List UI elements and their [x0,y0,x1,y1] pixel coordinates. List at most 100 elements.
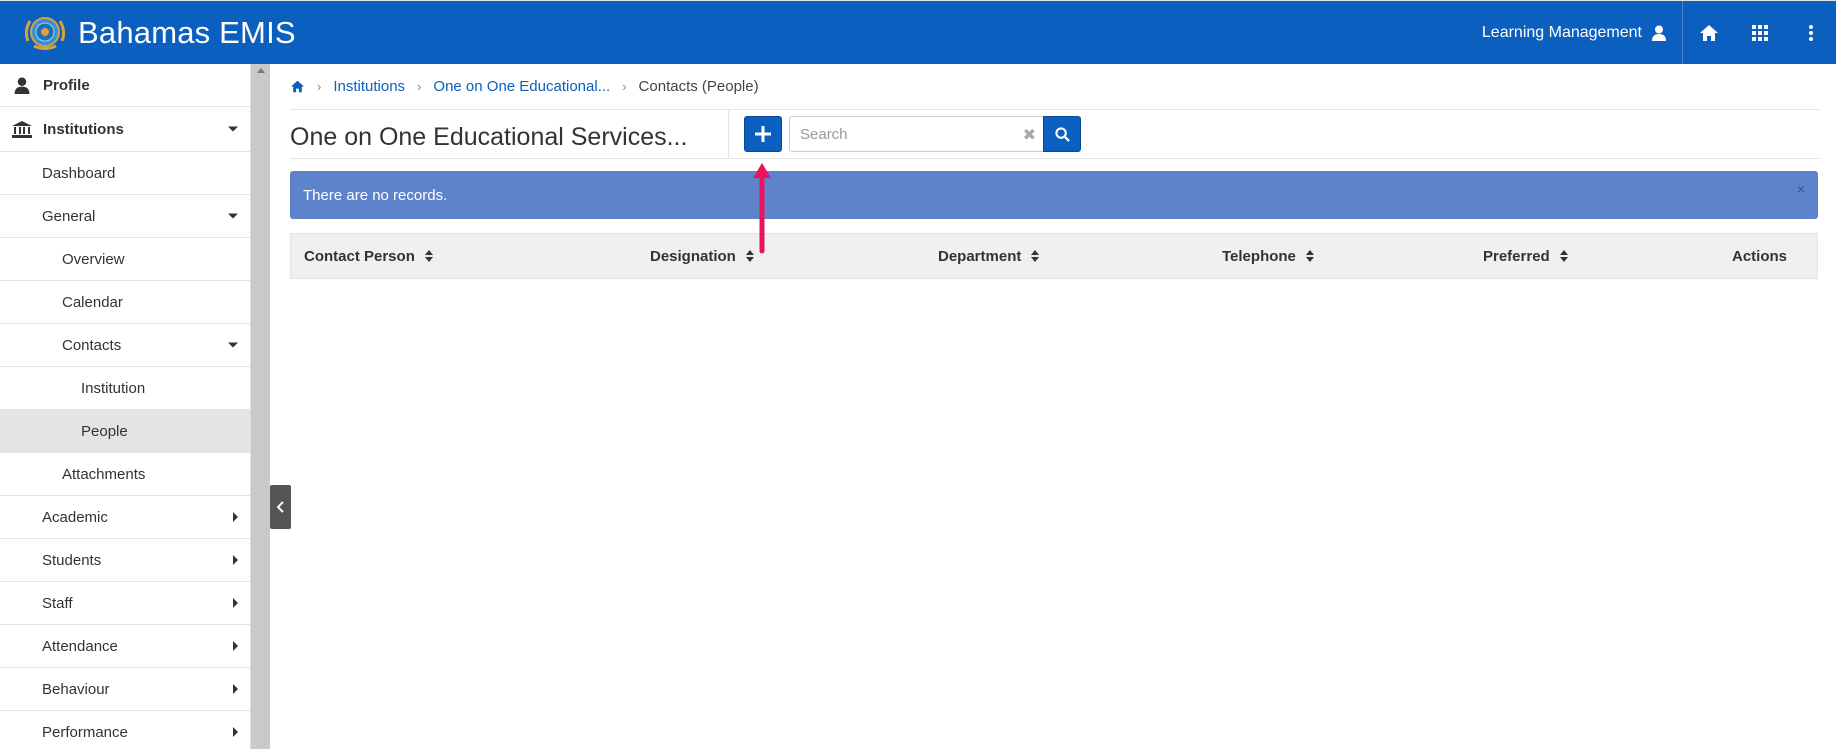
divider [290,158,1820,159]
alert-message: There are no records. [303,186,448,204]
plus-icon [755,126,771,142]
user-icon [1652,25,1666,41]
sidebar-collapse-button[interactable] [270,485,291,529]
search-input[interactable] [790,119,1010,149]
sidebar: Profile Institutions Dashboard General O… [0,64,251,749]
sort-icon [1559,250,1568,262]
sidebar-item-institution[interactable]: Institution [0,367,250,410]
column-header-preferred[interactable]: Preferred [1483,234,1568,278]
chevron-right-icon: › [622,78,627,94]
column-label: Designation [650,247,736,265]
sidebar-item-label: General [42,207,96,225]
breadcrumb-current: Contacts (People) [638,77,759,95]
sidebar-item-label: Institution [81,379,146,397]
column-label: Preferred [1483,247,1550,265]
column-label: Department [938,247,1022,265]
column-label: Actions [1732,247,1788,265]
sidebar-item-label: Attendance [42,637,118,655]
sidebar-item-label: Institutions [43,120,124,138]
sidebar-item-label: Staff [42,594,73,612]
sidebar-item-general[interactable]: General [0,195,250,238]
app-title: Bahamas EMIS [78,14,296,50]
sidebar-item-label: Profile [43,76,90,94]
chevron-right-icon: › [417,78,422,94]
top-navbar: Bahamas EMIS Learning Management [0,0,1836,65]
search-icon [1054,126,1070,142]
more-button[interactable] [1785,1,1836,65]
chevron-right-icon [233,727,238,737]
sidebar-item-overview[interactable]: Overview [0,238,250,281]
column-label: Telephone [1222,247,1296,265]
chevron-down-icon [228,126,238,132]
home-icon[interactable] [290,80,305,93]
home-button[interactable] [1683,1,1734,65]
sidebar-item-behaviour[interactable]: Behaviour [0,668,250,711]
breadcrumb-institution-name[interactable]: One on One Educational... [433,78,610,95]
chevron-right-icon: › [317,78,322,94]
sidebar-item-label: Dashboard [42,164,116,182]
chevron-right-icon [233,598,238,608]
user-menu[interactable]: Learning Management [1482,24,1682,42]
user-label: Learning Management [1481,24,1642,41]
sidebar-item-attendance[interactable]: Attendance [0,625,250,668]
sidebar-item-label: Overview [62,250,125,268]
chevron-left-icon [276,501,284,513]
sidebar-item-dashboard[interactable]: Dashboard [0,152,250,195]
sidebar-item-performance[interactable]: Performance [0,711,250,749]
column-header-department[interactable]: Department [938,234,1040,278]
sidebar-item-students[interactable]: Students [0,539,250,582]
sort-icon [1031,250,1040,262]
sort-icon [745,250,754,262]
scroll-up-icon[interactable] [251,68,270,78]
breadcrumb: › Institutions › One on One Educational.… [290,76,759,96]
sidebar-item-label: People [81,422,128,440]
add-button[interactable] [744,116,782,152]
search-button[interactable] [1043,116,1081,152]
user-icon [12,77,32,94]
page-title: One on One Educational Services... [290,123,688,151]
sidebar-item-label: Attachments [62,465,146,483]
chevron-right-icon [233,555,238,565]
sidebar-item-institutions[interactable]: Institutions [0,107,250,152]
column-header-contact-person[interactable]: Contact Person [304,234,433,278]
chevron-down-icon [228,213,238,219]
column-label: Contact Person [304,247,415,265]
breadcrumb-institutions[interactable]: Institutions [333,78,405,95]
chevron-right-icon [233,641,238,651]
sidebar-item-label: Performance [42,723,128,741]
chevron-down-icon [228,342,238,348]
brand[interactable]: Bahamas EMIS [20,13,296,53]
no-records-alert: There are no records. × [290,171,1818,219]
divider [728,110,729,158]
sidebar-item-label: Calendar [62,293,123,311]
home-icon [1699,25,1718,41]
sidebar-item-academic[interactable]: Academic [0,496,250,539]
logo-emblem-icon [20,13,70,53]
sidebar-item-calendar[interactable]: Calendar [0,281,250,324]
sidebar-item-profile[interactable]: Profile [0,64,250,107]
sidebar-item-people[interactable]: People [0,410,250,453]
sidebar-scrollbar[interactable] [251,64,270,749]
sidebar-item-label: Students [42,551,102,569]
sort-icon [1305,250,1314,262]
sidebar-item-label: Contacts [62,336,122,354]
sidebar-item-staff[interactable]: Staff [0,582,250,625]
sidebar-item-label: Academic [42,508,108,526]
close-icon[interactable]: × [1797,181,1805,197]
divider [290,109,1820,110]
sidebar-item-label: Behaviour [42,680,110,698]
search-field: ✖ [789,116,1045,152]
sidebar-item-contacts[interactable]: Contacts [0,324,250,367]
apps-grid-icon [1751,25,1768,41]
sidebar-item-attachments[interactable]: Attachments [0,453,250,496]
column-header-actions: Actions [1732,234,1787,278]
table-header: Contact Person Designation Department Te… [290,233,1818,279]
apps-button[interactable] [1734,1,1785,65]
column-header-designation[interactable]: Designation [650,234,754,278]
clear-icon[interactable]: ✖ [1023,125,1036,145]
more-vertical-icon [1808,25,1813,41]
column-header-telephone[interactable]: Telephone [1222,234,1314,278]
sort-icon [424,250,433,262]
chevron-right-icon [233,684,238,694]
bank-icon [12,120,32,138]
